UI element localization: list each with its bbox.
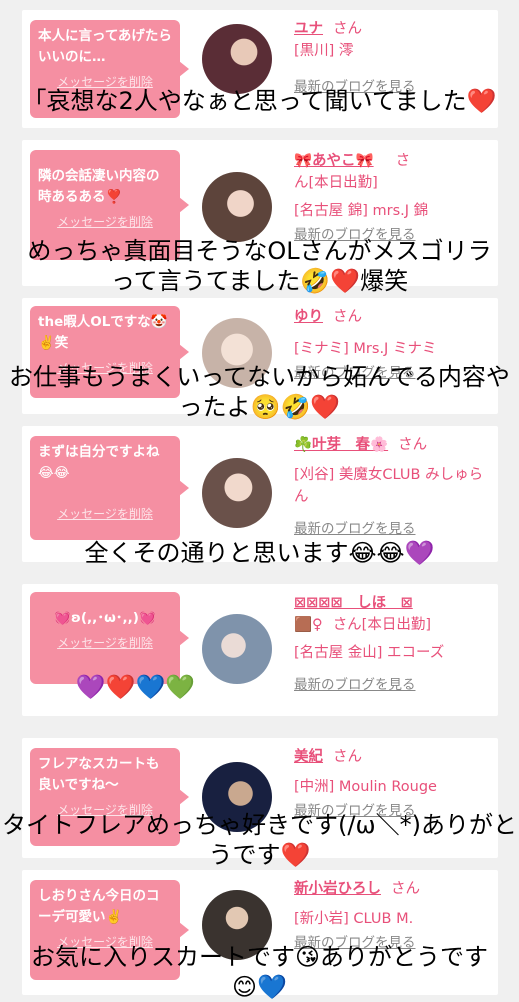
message-text: しおりさん今日のコーデ可愛い✌️: [38, 888, 160, 925]
honorific: さん: [333, 749, 362, 765]
shop-label: [ミナミ] Mrs.J ミナミ: [294, 341, 437, 357]
sender-info: ☘️叶芽 春🌸 さん [刈谷] 美魔女CLUB みしゅらん 最新のブログを見る: [294, 434, 494, 540]
reply-caption: 「哀想な2人やなぁと思って聞いてました❤️: [22, 87, 497, 115]
sender-info: 🎀あやこ🎀 さ ん[本日出勤] [名古屋 錦] mrs.J 錦 最新のブログを見る: [294, 150, 494, 246]
honorific: さ: [395, 153, 411, 169]
avatar[interactable]: [202, 24, 272, 94]
reply-caption: 全くその通りと思います😂😂💜: [84, 539, 435, 567]
sender-name-link[interactable]: ユナ: [294, 21, 323, 37]
sender-name-link[interactable]: 🎀あやこ🎀: [294, 153, 374, 169]
message-text: 隣の会話凄い内容の時あるある❣️: [38, 168, 160, 205]
message-bubble: まずは自分ですよね😂😂 メッセージを削除: [30, 436, 189, 540]
latest-blog-link[interactable]: 最新のブログを見る: [294, 518, 494, 540]
avatar[interactable]: [202, 172, 272, 242]
sender-name-link[interactable]: ゆり: [294, 309, 323, 325]
message-text: まずは自分ですよね😂😂: [38, 444, 160, 481]
delete-message-link[interactable]: メッセージを削除: [38, 633, 172, 654]
shop-label: [黒川] 澪: [294, 43, 354, 59]
honorific: さん: [333, 309, 362, 325]
reply-caption: お気に入りスカートです😘ありがとうです😊💙: [30, 943, 489, 1001]
shop-label: [中洲] Moulin Rouge: [294, 779, 437, 795]
name-suffix: 🟫♀: [294, 617, 323, 633]
message-text: 💓ʚ(,,･ω･,,)💓: [54, 610, 156, 626]
delete-message-link[interactable]: メッセージを削除: [38, 504, 172, 525]
sender-name-link[interactable]: ☘️叶芽 春🌸: [294, 437, 388, 453]
shop-label: [名古屋 金山] エコーズ: [294, 645, 445, 661]
honorific: さん: [398, 437, 428, 453]
delete-message-link[interactable]: メッセージを削除: [38, 212, 172, 233]
sender-name-link[interactable]: 美紀: [294, 749, 323, 765]
avatar[interactable]: [202, 458, 272, 528]
status-label: ん[本日出勤]: [294, 175, 378, 191]
message-bubble: 💓ʚ(,,･ω･,,)💓 メッセージを削除: [30, 592, 189, 684]
message-text: フレアなスカートも良いですね〜: [38, 756, 160, 793]
shop-label: [名古屋 錦] mrs.J 錦: [294, 203, 429, 219]
reply-caption: タイトフレアめっちゃ好きです(/ω＼*)ありがとうです❤️: [2, 811, 517, 869]
shop-label: [刈谷] 美魔女CLUB みしゅらん: [294, 467, 484, 505]
message-text: the暇人OLですな🤡✌️笑: [38, 314, 168, 351]
reply-caption: お仕事もうまくいってないから妬んでる内容やったよ🥺🤣❤️: [9, 363, 510, 421]
honorific: さん: [333, 21, 362, 37]
sender-name-link[interactable]: 新小岩ひろし: [294, 881, 381, 897]
sender-name-link[interactable]: ⊠⊠⊠⊠ しほ ⊠: [294, 595, 413, 611]
honorific: さん: [391, 881, 420, 897]
reply-caption: 💜❤️💙💚: [75, 673, 196, 701]
reply-caption: めっちゃ真面目そうなOLさんがメスゴリラって言うてました🤣❤️爆笑: [27, 237, 492, 295]
shop-label: [新小岩] CLUB M.: [294, 911, 414, 927]
message-text: 本人に言ってあげたらいいのに…: [38, 28, 172, 65]
honorific: さん[本日出勤]: [332, 617, 432, 633]
